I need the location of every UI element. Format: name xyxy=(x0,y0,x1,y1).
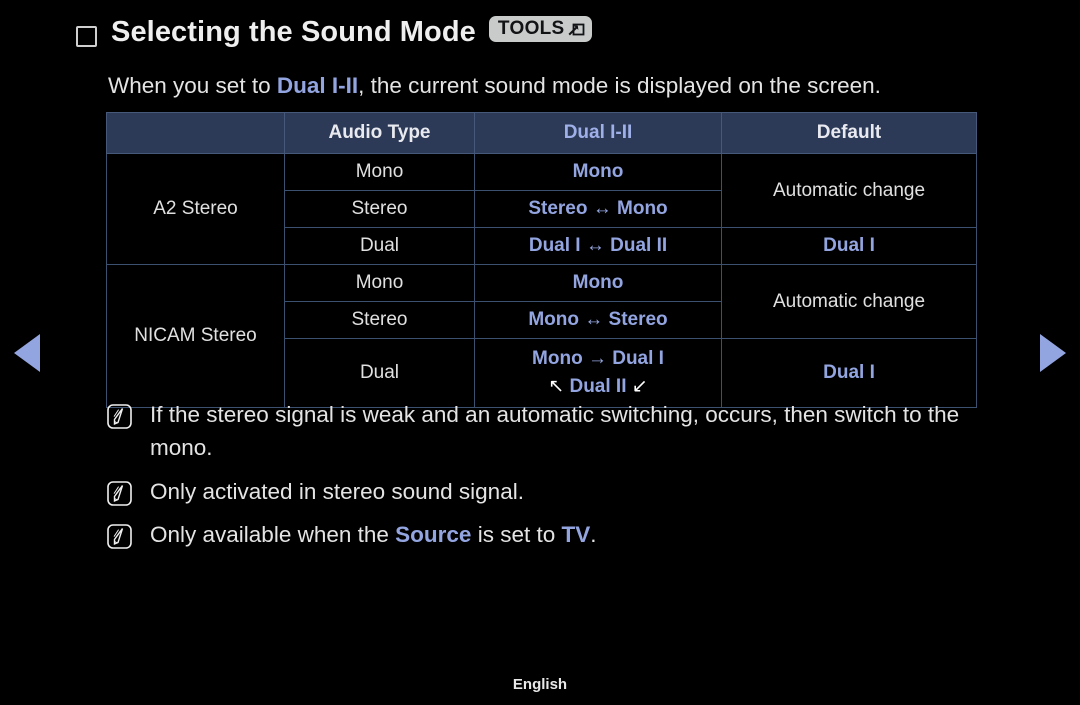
cell-dual-value: Dual I ↔ Dual II xyxy=(474,227,722,265)
table-header-audio-type: Audio Type xyxy=(284,112,475,154)
cell-audio-type: Stereo xyxy=(284,301,475,339)
note-pen-icon xyxy=(106,523,133,550)
table-header-dual-label: Dual I-II xyxy=(563,122,633,143)
sound-mode-table: Audio Type Dual I-II Default A2 Stereo M… xyxy=(106,112,977,408)
cell-dual-value: Mono ↔ Stereo xyxy=(474,301,722,339)
list-item: Only activated in stereo sound signal. xyxy=(106,475,1026,508)
note-text-mid: is set to xyxy=(471,521,562,547)
subtitle-post: , the current sound mode is displayed on… xyxy=(358,73,881,98)
page-title-row: Selecting the Sound Mode TOOLS xyxy=(76,15,592,49)
tools-badge[interactable]: TOOLS xyxy=(488,15,592,42)
notes-list: If the stereo signal is weak and an auto… xyxy=(106,398,1026,561)
cell-group-nicam-stereo: NICAM Stereo xyxy=(106,264,285,408)
note-text: Only activated in stereo sound signal. xyxy=(150,478,524,504)
cell-dual-line-1: Mono → Dual I xyxy=(532,348,664,370)
cell-default-value: Automatic change xyxy=(721,153,977,228)
table-row: NICAM Stereo Mono Mono Automatic change xyxy=(106,264,977,408)
note-pen-icon xyxy=(106,480,133,507)
manual-page: Selecting the Sound Mode TOOLS When you … xyxy=(0,0,1080,705)
cell-audio-type: Dual xyxy=(284,227,475,265)
note-accent-source: Source xyxy=(395,521,472,547)
triangle-right-icon[interactable] xyxy=(1040,334,1066,372)
cell-audio-type: Mono xyxy=(284,264,475,302)
cell-dual-value: Stereo ↔ Mono xyxy=(474,190,722,228)
note-text: Only available when the Source is set to… xyxy=(150,518,597,551)
cell-dual-line-2: ↖ Dual II ↙ xyxy=(479,373,717,401)
cell-group-a2-stereo: A2 Stereo xyxy=(106,153,285,265)
tools-badge-label: TOOLS xyxy=(497,17,565,39)
note-accent-tv: TV xyxy=(561,521,591,547)
subtitle-accent: Dual I-II xyxy=(276,73,359,98)
sound-mode-table-wrapper: Audio Type Dual I-II Default A2 Stereo M… xyxy=(106,112,977,408)
subtitle-pre: When you set to xyxy=(108,73,277,98)
triangle-left-icon[interactable] xyxy=(14,334,40,372)
note-text-pre: Only available when the xyxy=(150,521,396,547)
cell-default-value: Dual I xyxy=(721,227,977,265)
cell-dual-value: Mono xyxy=(474,153,722,191)
table-row: A2 Stereo Mono Mono Automatic change xyxy=(106,153,977,265)
cell-audio-type: Mono xyxy=(284,153,475,191)
table-header-default: Default xyxy=(721,112,977,154)
table-header-row: Audio Type Dual I-II Default xyxy=(106,112,977,154)
table-header-blank xyxy=(106,112,285,154)
cell-dual-value: Mono xyxy=(474,264,722,302)
cell-default-value: Automatic change xyxy=(721,264,977,339)
cell-audio-type: Stereo xyxy=(284,190,475,228)
note-pen-icon xyxy=(106,403,133,430)
page-subtitle: When you set to Dual I-II, the current s… xyxy=(108,73,881,99)
square-outline-icon xyxy=(76,26,97,47)
table-header-dual: Dual I-II xyxy=(474,112,722,154)
arrow-up-left-icon: ↖ xyxy=(548,376,565,397)
cell-dual-line-2-label: Dual II xyxy=(569,376,627,397)
open-in-new-icon xyxy=(567,21,585,39)
arrow-down-left-icon: ↙ xyxy=(631,376,648,397)
page-title: Selecting the Sound Mode xyxy=(111,16,476,48)
list-item: Only available when the Source is set to… xyxy=(106,518,1026,551)
list-item: If the stereo signal is weak and an auto… xyxy=(106,398,1026,465)
note-text: If the stereo signal is weak and an auto… xyxy=(150,402,960,461)
footer-language: English xyxy=(512,676,568,693)
note-text-post: . xyxy=(590,521,597,547)
